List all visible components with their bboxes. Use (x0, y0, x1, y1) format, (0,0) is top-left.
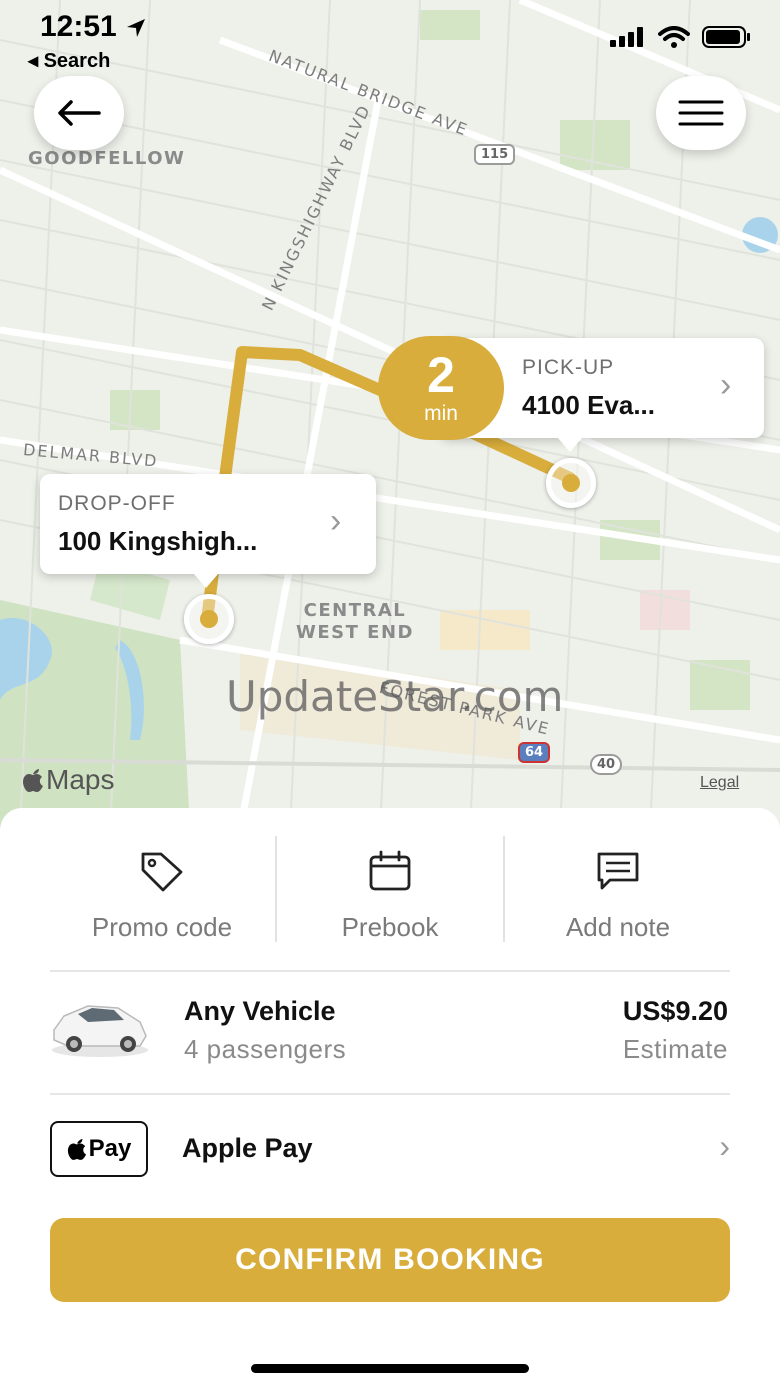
area-label: GOODFELLOW (28, 148, 186, 169)
divider (50, 1093, 730, 1095)
chevron-right-icon: › (720, 366, 732, 404)
watermark: UpdateStar.com (226, 672, 564, 721)
map-view[interactable]: NATURAL BRIDGE AVE N KINGSHIGHWAY BLVD D… (0, 0, 780, 830)
eta-bubble: 2 min (378, 336, 504, 440)
booking-sheet: Promo code Prebook Add note Any Vehicle (0, 808, 780, 1387)
car-icon (52, 1005, 148, 1057)
price-estimate-label: Estimate (622, 1034, 728, 1064)
status-time-text: 12:51 (40, 10, 117, 43)
payment-method-name: Apple Pay (182, 1133, 313, 1163)
area-label-line: CENTRAL (303, 600, 407, 621)
highway-shield: 115 (474, 144, 516, 165)
apple-pay-badge-text: Pay (88, 1135, 132, 1162)
callout-tail (194, 574, 218, 588)
maps-attribution: Maps (22, 764, 114, 796)
promo-code-label: Promo code (91, 912, 233, 942)
status-time: 12:51 (40, 10, 147, 44)
maps-attribution-text: Maps (46, 764, 115, 795)
arrow-left-icon (58, 100, 101, 126)
wifi-icon (658, 26, 690, 48)
divider (50, 970, 730, 972)
promo-code-button[interactable]: Promo code (49, 838, 275, 948)
highway-shield: 40 (590, 754, 623, 775)
area-label: CENTRAL WEST END (296, 600, 414, 644)
home-indicator (251, 1364, 529, 1373)
vehicle-passengers: 4 passengers (184, 1034, 347, 1064)
add-note-label: Add note (565, 912, 671, 942)
interstate-shield: 64 (518, 742, 551, 763)
chevron-right-icon: › (719, 1128, 730, 1164)
dropoff-callout[interactable]: DROP-OFF 100 Kingshigh... › (40, 474, 376, 588)
dropoff-pin (184, 594, 234, 644)
dropoff-address: 100 Kingshigh... (58, 526, 258, 556)
apple-pay-badge: Pay (50, 1121, 148, 1177)
dropoff-label: DROP-OFF (58, 492, 176, 515)
signal-icon (610, 27, 643, 47)
legal-link[interactable]: Legal (700, 774, 739, 792)
pickup-pin (546, 458, 596, 508)
tag-icon (141, 852, 183, 892)
apple-logo-icon (67, 1139, 86, 1160)
prebook-button[interactable]: Prebook (277, 838, 503, 948)
area-label-line: WEST END (296, 622, 414, 643)
add-note-button[interactable]: Add note (505, 838, 731, 948)
calendar-icon (369, 850, 411, 891)
vehicle-price: US$9.20 (622, 996, 728, 1026)
prebook-label: Prebook (341, 912, 439, 942)
eta-value: 2 (427, 347, 455, 403)
apple-logo-icon (23, 769, 43, 792)
hamburger-icon (678, 100, 724, 126)
confirm-booking-button[interactable]: CONFIRM BOOKING (50, 1218, 730, 1302)
battery-icon (702, 26, 750, 48)
note-icon (597, 852, 639, 890)
pickup-pin-dot (562, 474, 580, 492)
back-button[interactable] (34, 76, 124, 150)
callout-tail (558, 438, 582, 452)
dropoff-pin-dot (200, 610, 218, 628)
eta-unit: min (424, 402, 458, 425)
status-icons (610, 26, 752, 48)
location-arrow-icon (127, 19, 146, 38)
pickup-address: 4100 Eva... (522, 390, 655, 420)
pickup-label: PICK-UP (522, 356, 615, 379)
chevron-right-icon: › (330, 502, 342, 540)
menu-button[interactable] (656, 76, 746, 150)
status-back-link[interactable]: ◂ Search (28, 48, 110, 73)
vehicle-name: Any Vehicle (184, 996, 336, 1026)
